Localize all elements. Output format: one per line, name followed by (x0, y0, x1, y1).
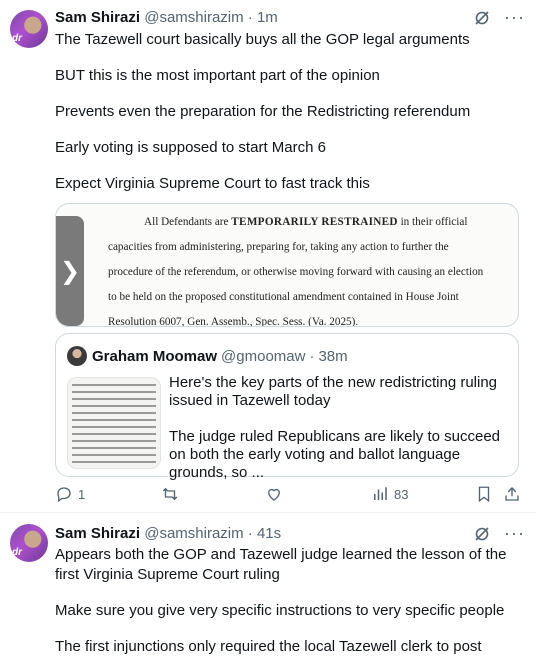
quote-thumbnail (67, 377, 161, 469)
views-count: 83 (394, 486, 409, 502)
paragraph: The first injunctions only required the … (55, 638, 482, 660)
quote-author-name: Graham Moomaw (92, 347, 218, 365)
quote-avatar (67, 346, 87, 366)
quote-author-handle: @gmoomaw (221, 347, 306, 365)
reply-button[interactable]: 1 (55, 485, 85, 503)
media-image[interactable]: ❯ All Defendants are TEMPORARILY RESTRAI… (55, 203, 519, 327)
share-icon (505, 487, 519, 501)
avatar[interactable]: dr (10, 524, 48, 562)
repost-icon (162, 487, 178, 501)
quote-text: Here's the key parts of the new redistri… (169, 374, 514, 500)
timestamp[interactable]: 41s (257, 525, 281, 542)
paragraph: The judge ruled Republicans are likely t… (169, 428, 501, 481)
author-handle[interactable]: @samshirazim (144, 525, 243, 542)
tweet-actions: 1 83 (55, 485, 525, 507)
tweet-header: Sam Shirazi @samshirazim · 1m (55, 9, 278, 29)
chevron-right-icon: ❯ (59, 257, 81, 285)
views-button[interactable]: 83 (371, 485, 408, 503)
repost-button[interactable] (161, 485, 184, 503)
tweet-text: Appears both the GOP and Tazewell judge … (55, 545, 525, 660)
author-name[interactable]: Sam Shirazi (55, 9, 140, 26)
tweet-top-actions: ··· (474, 524, 525, 542)
like-button[interactable] (265, 485, 288, 503)
paragraph: Make sure you give very specific instruc… (55, 602, 505, 619)
views-icon (374, 487, 387, 500)
quote-header: Graham Moomaw @gmoomaw · 38m (67, 346, 348, 366)
author-name[interactable]: Sam Shirazi (55, 525, 140, 542)
reply-count: 1 (78, 486, 86, 502)
court-order-excerpt: All Defendants are TEMPORARILY RESTRAINE… (108, 216, 484, 327)
separator: · (247, 9, 253, 26)
grok-icon[interactable] (474, 10, 490, 26)
separator: · (309, 347, 315, 365)
more-icon[interactable]: ··· (504, 8, 525, 26)
reply-icon (57, 487, 71, 503)
paragraph: BUT this is the most important part of t… (55, 67, 380, 84)
paragraph: The Tazewell court basically buys all th… (55, 31, 470, 48)
paragraph: Early voting is supposed to start March … (55, 139, 326, 156)
tweet-header: Sam Shirazi @samshirazim · 41s (55, 525, 281, 545)
paragraph: Expect Virginia Supreme Court to fast tr… (55, 175, 370, 192)
like-icon (268, 488, 280, 501)
tweet-1[interactable]: dr Sam Shirazi @samshirazim · 1m ··· The… (0, 0, 537, 513)
bookmark-button[interactable] (475, 485, 493, 503)
next-image-button[interactable]: ❯ (56, 216, 84, 326)
more-icon[interactable]: ··· (504, 524, 525, 542)
tweet-2[interactable]: dr Sam Shirazi @samshirazim · 41s ··· Ap… (0, 514, 537, 660)
paragraph: Prevents even the preparation for the Re… (55, 103, 471, 120)
author-handle[interactable]: @samshirazim (144, 9, 243, 26)
paragraph: Here's the key parts of the new redistri… (169, 374, 498, 409)
avatar[interactable]: dr (10, 10, 48, 48)
share-button[interactable] (503, 485, 521, 503)
tweet-text: The Tazewell court basically buys all th… (55, 30, 525, 210)
quote-timestamp: 38m (318, 347, 348, 365)
paragraph: Appears both the GOP and Tazewell judge … (55, 546, 507, 583)
tweet-top-actions: ··· (474, 8, 525, 26)
timestamp[interactable]: 1m (257, 9, 278, 26)
bookmark-icon (478, 486, 490, 503)
separator: · (247, 525, 253, 542)
grok-icon[interactable] (474, 526, 490, 542)
quoted-tweet[interactable]: Graham Moomaw @gmoomaw · 38m Here's the … (55, 333, 519, 481)
